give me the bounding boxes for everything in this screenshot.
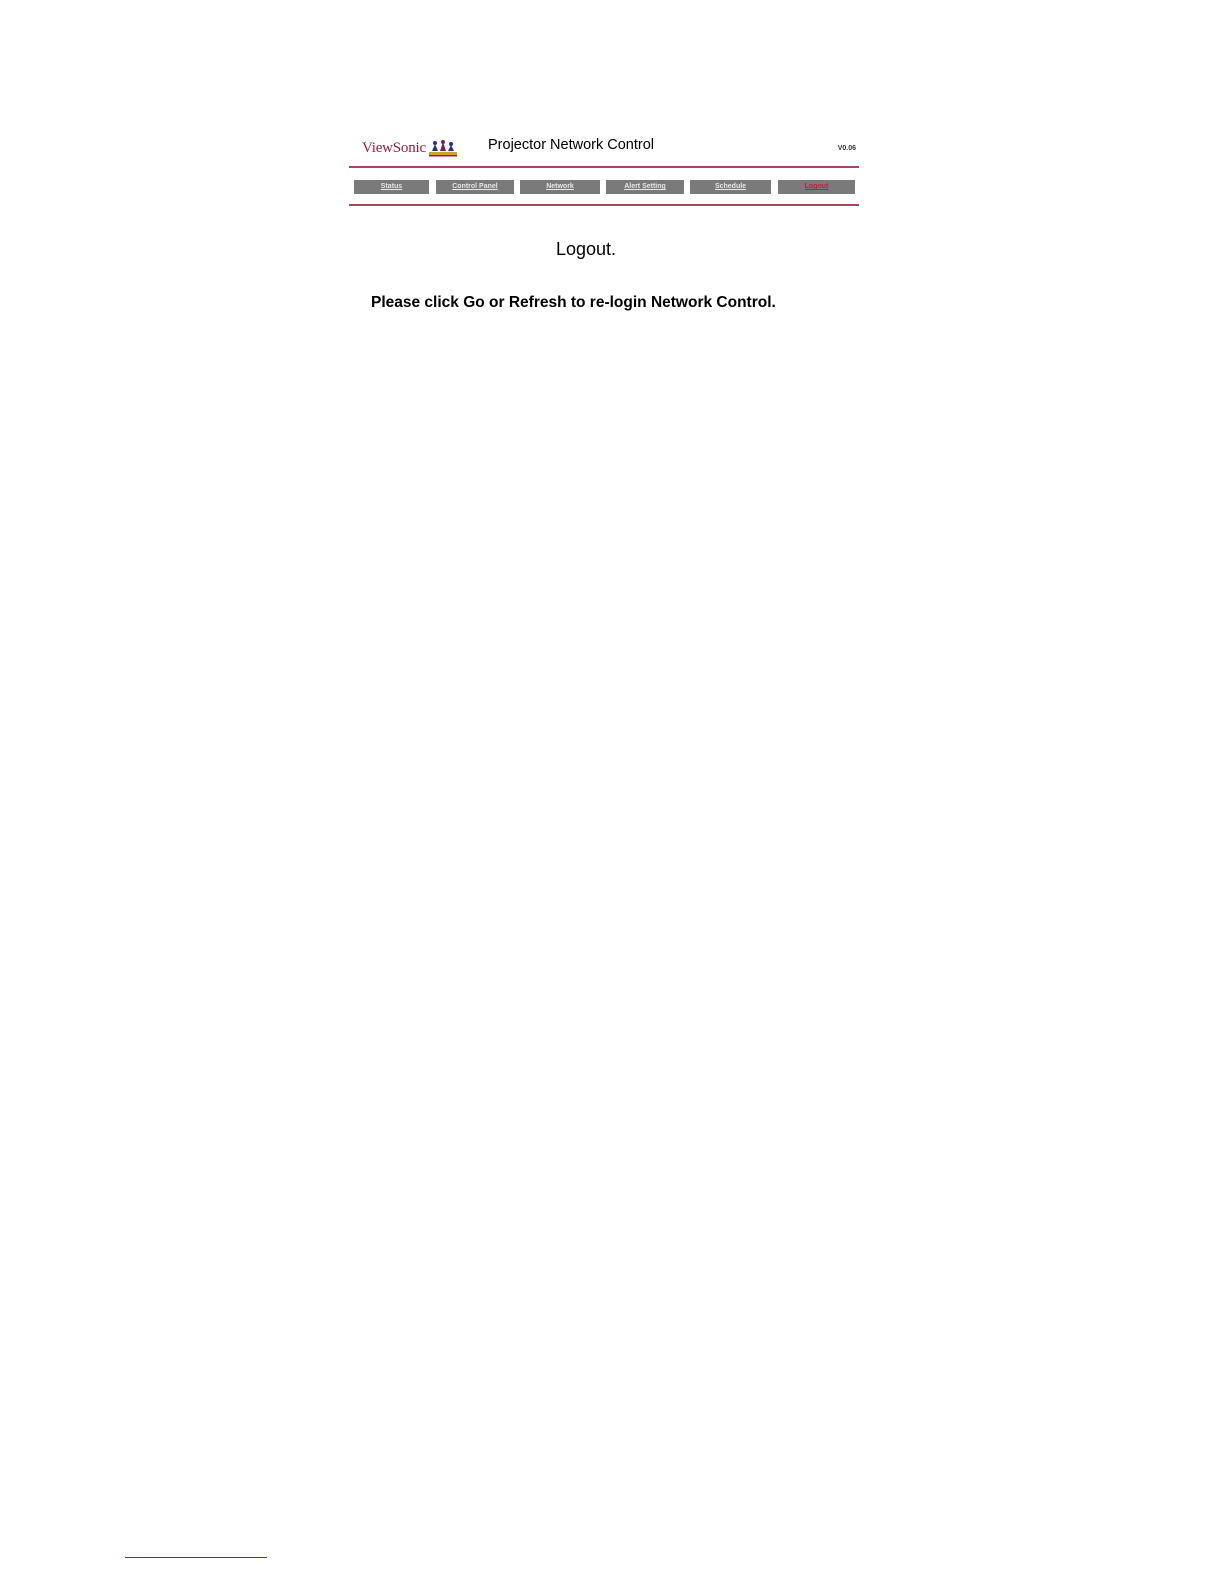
nav-divider	[349, 204, 859, 206]
header-divider	[349, 166, 859, 168]
projector-network-control-page: ViewSonic Projector Network Control V0.0…	[349, 128, 859, 328]
version-label: V0.06	[837, 145, 856, 152]
nav-alert-setting-button[interactable]: Alert Setting	[606, 180, 684, 194]
nav-schedule-button[interactable]: Schedule	[690, 180, 771, 194]
relogin-message: Please click Go or Refresh to re-login N…	[371, 294, 776, 311]
header: ViewSonic Projector Network Control V0.0…	[349, 128, 859, 164]
nav-status-button[interactable]: Status	[354, 180, 429, 194]
nav-network-button[interactable]: Network	[520, 180, 600, 194]
page-title: Projector Network Control	[488, 137, 654, 153]
brand-name: ViewSonic	[362, 139, 426, 156]
nav-logout-button[interactable]: Logout	[778, 180, 855, 194]
nav-bar: Status Control Panel Network Alert Setti…	[354, 180, 856, 194]
viewsonic-logo: ViewSonic	[362, 137, 457, 159]
logout-heading: Logout.	[555, 239, 617, 259]
nav-control-panel-button[interactable]: Control Panel	[436, 180, 514, 194]
footnote-divider	[125, 1557, 267, 1558]
viewsonic-birds-icon	[428, 140, 457, 157]
